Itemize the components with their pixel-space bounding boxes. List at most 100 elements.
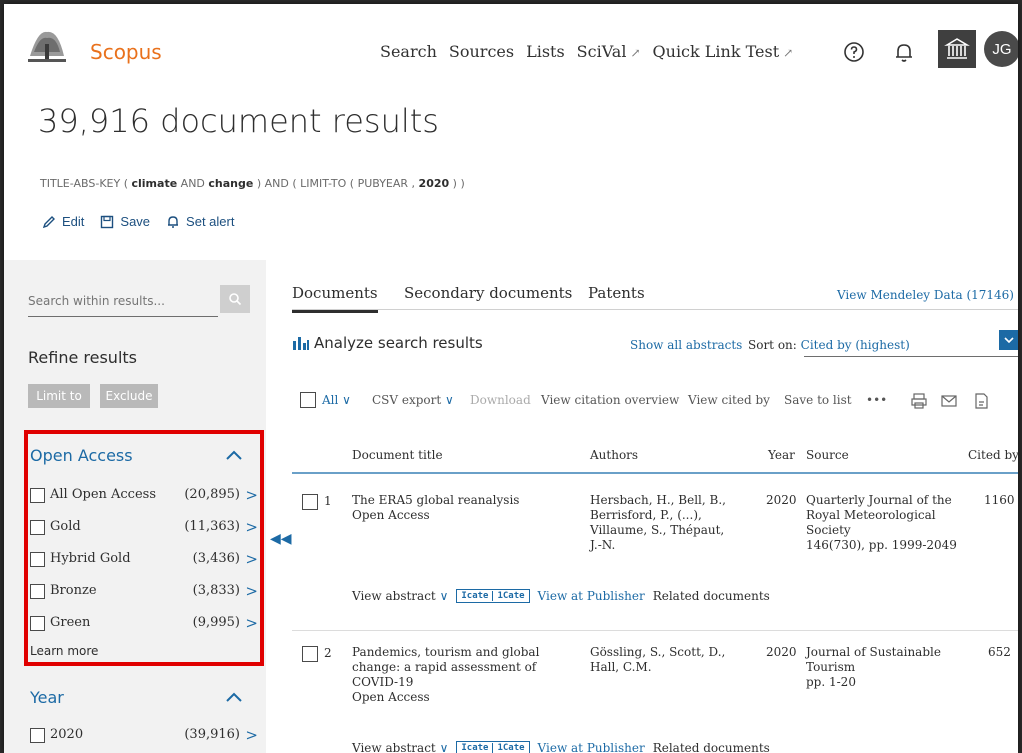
- view-at-publisher-link[interactable]: View at Publisher: [538, 741, 645, 753]
- search-within-input[interactable]: [28, 285, 218, 317]
- authors[interactable]: Gössling, S., Scott, D., Hall, C.M.: [590, 645, 750, 675]
- view-abstract-label: View abstract: [352, 589, 436, 603]
- row-checkbox[interactable]: [302, 646, 318, 662]
- select-all-checkbox[interactable]: [300, 392, 316, 408]
- checkbox[interactable]: [30, 520, 45, 535]
- col-cited-by[interactable]: Cited by: [968, 448, 1018, 462]
- checkbox[interactable]: [30, 728, 45, 743]
- save-button[interactable]: Save: [100, 214, 150, 229]
- download-button[interactable]: Download: [470, 393, 531, 407]
- chevron-right-icon[interactable]: >: [245, 486, 258, 504]
- sort-dropdown-button[interactable]: [999, 330, 1018, 350]
- checkbox[interactable]: [30, 552, 45, 567]
- open-access-facet-title[interactable]: Open Access: [30, 446, 133, 465]
- chevron-up-icon[interactable]: [226, 692, 242, 702]
- facet-green[interactable]: Green (9,995) >: [30, 614, 262, 634]
- search-query: TITLE-ABS-KEY ( climate AND change ) AND…: [40, 177, 465, 190]
- edit-button[interactable]: Edit: [42, 214, 84, 229]
- facet-year-2020[interactable]: 2020 (39,916) >: [30, 726, 262, 746]
- icate-badge[interactable]: Icate 1Cate: [456, 589, 530, 603]
- checkbox[interactable]: [30, 488, 45, 503]
- analyze-search-results-button[interactable]: Analyze search results: [292, 334, 483, 352]
- email-icon[interactable]: [940, 392, 958, 410]
- view-cited-by-button[interactable]: View cited by: [688, 393, 770, 407]
- user-avatar[interactable]: JG: [984, 31, 1018, 67]
- query-term: climate: [131, 177, 178, 190]
- save-to-list-button[interactable]: Save to list: [784, 393, 852, 407]
- chevron-right-icon[interactable]: >: [245, 726, 258, 744]
- nav-scival[interactable]: SciVal ↗: [577, 42, 641, 61]
- analyze-label: Analyze search results: [314, 334, 483, 352]
- bell-icon[interactable]: [892, 40, 916, 64]
- document-title-link[interactable]: Pandemics, tourism and global change: a …: [352, 645, 570, 705]
- facet-bronze[interactable]: Bronze (3,833) >: [30, 582, 262, 602]
- nav-quick-link-test[interactable]: Quick Link Test ↗: [653, 42, 794, 61]
- related-documents-link[interactable]: Related documents: [653, 589, 770, 603]
- nav-sources[interactable]: Sources: [449, 42, 514, 61]
- view-abstract-button[interactable]: View abstract ∨: [352, 589, 448, 603]
- select-all-dropdown[interactable]: All ∨: [322, 393, 351, 407]
- facet-all-open-access[interactable]: All Open Access (20,895) >: [30, 486, 262, 506]
- badge-part: 1Cate: [492, 743, 528, 753]
- checkbox[interactable]: [30, 616, 45, 631]
- sort-control[interactable]: Sort on: Cited by (highest): [748, 338, 910, 352]
- save-icon: [101, 215, 114, 228]
- icate-badge[interactable]: Icate 1Cate: [456, 741, 530, 753]
- chevron-right-icon[interactable]: >: [245, 582, 258, 600]
- source[interactable]: Journal of Sustainable Tourism pp. 1-20: [806, 645, 964, 690]
- tab-secondary-documents[interactable]: Secondary documents: [404, 284, 572, 302]
- search-within-button[interactable]: [220, 285, 250, 313]
- facet-gold[interactable]: Gold (11,363) >: [30, 518, 262, 538]
- institution-button[interactable]: [938, 30, 976, 68]
- learn-more-link[interactable]: Learn more: [30, 644, 98, 658]
- document-title-link[interactable]: The ERA5 global reanalysis Open Access: [352, 493, 572, 523]
- nav-lists[interactable]: Lists: [526, 42, 565, 61]
- facet-count: (39,916): [184, 727, 240, 742]
- search-icon: [229, 293, 242, 306]
- document-title: The ERA5 global reanalysis: [352, 493, 520, 507]
- cited-by-count[interactable]: 652: [988, 645, 1011, 660]
- document-title: Pandemics, tourism and global change: a …: [352, 645, 540, 689]
- col-year[interactable]: Year: [768, 448, 795, 462]
- authors[interactable]: Hersbach, H., Bell, B., Berrisford, P., …: [590, 493, 736, 553]
- cited-by-count[interactable]: 1160: [984, 493, 1015, 508]
- source[interactable]: Quarterly Journal of the Royal Meteorolo…: [806, 493, 964, 553]
- bar-chart-icon: [293, 337, 309, 350]
- tab-documents[interactable]: Documents: [292, 284, 378, 313]
- chevron-up-icon[interactable]: [226, 450, 242, 460]
- more-options-icon[interactable]: •••: [866, 393, 887, 407]
- result-tabs: Documents Secondary documents Patents Vi…: [292, 266, 1018, 313]
- chevron-right-icon[interactable]: >: [245, 614, 258, 632]
- view-at-publisher-link[interactable]: View at Publisher: [538, 589, 645, 603]
- row-checkbox[interactable]: [302, 494, 318, 510]
- chevron-right-icon[interactable]: >: [245, 550, 258, 568]
- tab-patents[interactable]: Patents: [588, 284, 645, 302]
- col-source[interactable]: Source: [806, 448, 849, 462]
- view-abstract-button[interactable]: View abstract ∨: [352, 741, 448, 753]
- pdf-icon[interactable]: [972, 392, 990, 410]
- facet-hybrid-gold[interactable]: Hybrid Gold (3,436) >: [30, 550, 262, 570]
- limit-to-button[interactable]: Limit to: [28, 384, 90, 408]
- view-citation-overview-button[interactable]: View citation overview: [541, 393, 679, 407]
- query-term: change: [208, 177, 254, 190]
- print-icon[interactable]: [910, 392, 928, 410]
- nav-search[interactable]: Search: [380, 42, 437, 61]
- set-alert-button[interactable]: Set alert: [166, 214, 234, 229]
- year: 2020: [766, 493, 797, 507]
- help-icon[interactable]: [842, 40, 866, 64]
- view-mendeley-data-link[interactable]: View Mendeley Data (17146): [837, 288, 1014, 302]
- badge-part: 1Cate: [492, 591, 528, 601]
- checkbox[interactable]: [30, 584, 45, 599]
- col-document-title[interactable]: Document title: [352, 448, 443, 462]
- collapse-sidebar-icon[interactable]: ◀◀: [270, 530, 292, 547]
- csv-export-button[interactable]: CSV export ∨: [372, 393, 454, 407]
- related-documents-link[interactable]: Related documents: [653, 741, 770, 753]
- chevron-right-icon[interactable]: >: [245, 518, 258, 536]
- exclude-button[interactable]: Exclude: [100, 384, 158, 408]
- year-facet-title[interactable]: Year: [30, 688, 64, 707]
- row-number: 1: [324, 494, 332, 508]
- elsevier-tree-logo[interactable]: [26, 26, 68, 64]
- col-authors[interactable]: Authors: [590, 448, 638, 462]
- scopus-logo-text[interactable]: Scopus: [90, 40, 162, 64]
- show-all-abstracts-link[interactable]: Show all abstracts: [630, 338, 742, 352]
